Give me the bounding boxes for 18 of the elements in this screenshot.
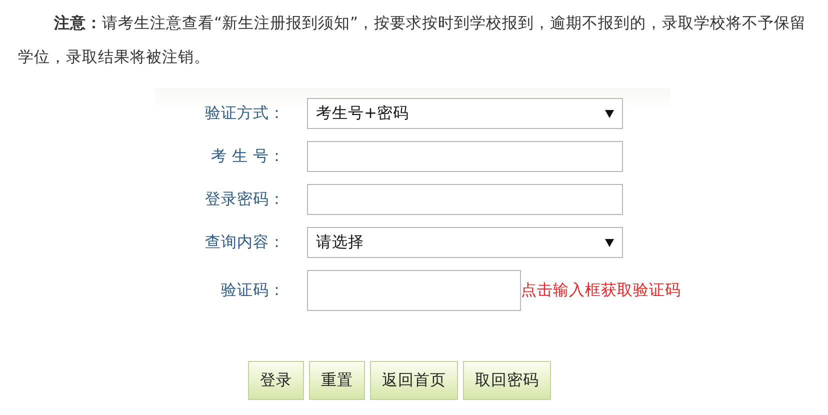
notice-text: 注意：请考生注意查看“新生注册报到须知”，按要求按时到学校报到，逾期不报到的，录取学校将不予保留学位，录取结果将被注销。 xyxy=(17,13,808,68)
form-button[interactable]: 重置 xyxy=(309,361,365,400)
input-field[interactable] xyxy=(307,141,623,172)
field-label: 查询内容： xyxy=(204,232,285,253)
dropdown[interactable]: 请选择 xyxy=(307,227,623,258)
dropdown-arrow-icon xyxy=(605,238,614,246)
dropdown-arrow-icon xyxy=(605,110,614,118)
captcha-field[interactable] xyxy=(307,270,521,311)
form-button[interactable]: 返回首页 xyxy=(370,361,458,400)
captcha-hint: 点击输入框获取验证码 xyxy=(521,280,681,301)
dropdown[interactable]: 考生号+密码 xyxy=(307,98,623,129)
field-label: 验证方式： xyxy=(204,103,285,124)
field-label: 考 生 号： xyxy=(210,146,285,167)
input-field[interactable] xyxy=(307,184,623,215)
field-label: 验证码： xyxy=(220,280,285,301)
form-button[interactable]: 登录 xyxy=(248,361,304,400)
field-label: 登录密码： xyxy=(204,189,285,210)
form-button[interactable]: 取回密码 xyxy=(463,361,551,400)
